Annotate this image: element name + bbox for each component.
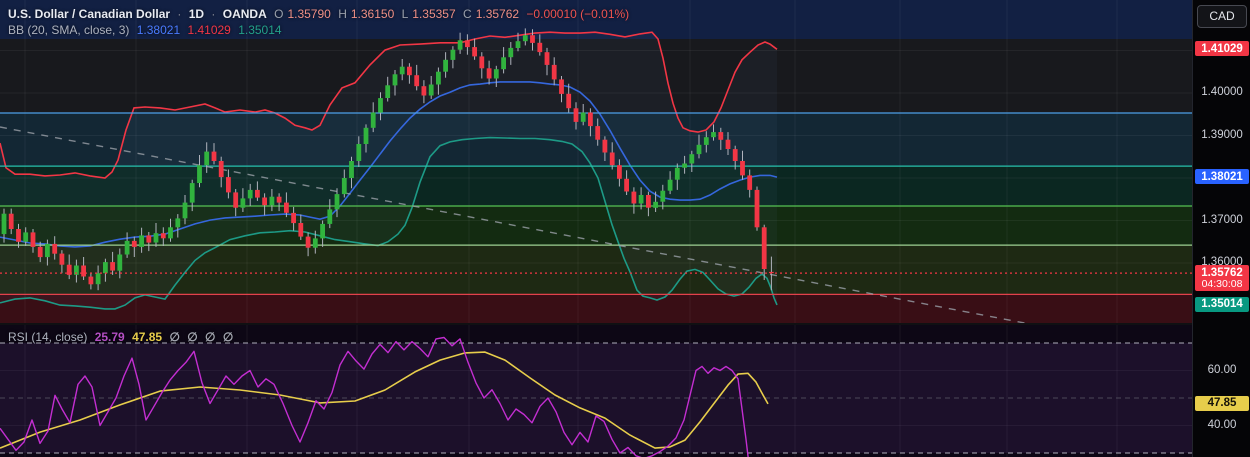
low-label: L [401,7,409,21]
exchange-label: OANDA [222,7,267,21]
close-label: C [463,7,472,21]
rsi-indicator-legend[interactable]: RSI (14, close) 25.79 47.85 ∅ ∅ ∅ ∅ [8,330,237,344]
rsi-null-value: ∅ [205,330,216,344]
price-axis-label: 1.37000 [1201,213,1243,226]
close-value: 1.35762 [475,7,520,21]
rsi-pane [0,336,1192,457]
price-axis-label: 1.39000 [1201,128,1243,141]
current-price-badge: 1.35762 04:30:08 [1195,265,1249,292]
open-label: O [274,7,284,21]
trading-chart-app: U.S. Dollar / Canadian Dollar · 1D · OAN… [0,0,1250,457]
high-value: 1.36150 [350,7,395,21]
main-chart[interactable] [0,0,1192,457]
timeframe-label[interactable]: 1D [189,7,204,21]
rsi-null-value: ∅ [169,330,180,344]
price-axis[interactable]: CAD 1.40000 1.39000 1.37000 1.36000 60.00 40.… [1192,0,1250,457]
rsi-ma-value: 47.85 [132,330,163,344]
bb-label: BB (20, SMA, close, 3) [8,23,130,37]
countdown-timer: 04:30:08 [1201,277,1243,290]
rsi-axis-label: 40.00 [1207,418,1237,431]
symbol-title: U.S. Dollar / Canadian Dollar [8,7,171,21]
rsi-null-value: ∅ [187,330,198,344]
low-value: 1.35357 [412,7,456,21]
price-badge: 1.41029 [1195,41,1249,57]
legend-separator: · [177,7,182,21]
rsi-label: RSI (14, close) [8,330,88,344]
symbol-legend[interactable]: U.S. Dollar / Canadian Dollar · 1D · OAN… [8,7,633,21]
bb-basis-value: 1.38021 [136,23,181,37]
rsi-axis-label: 60.00 [1207,363,1237,376]
rsi-ma-badge: 47.85 [1195,395,1249,411]
high-label: H [338,7,347,21]
legend-separator: · [211,7,216,21]
bb-upper-value: 1.41029 [187,23,231,37]
bb-lower-value: 1.35014 [238,23,282,37]
chart-canvas [0,0,1192,457]
pane-separator [0,323,1192,325]
price-badge: 1.35014 [1195,296,1249,312]
currency-button[interactable]: CAD [1197,5,1247,28]
rsi-value: 25.79 [94,330,125,344]
price-axis-label: 1.40000 [1201,86,1243,98]
bb-indicator-legend[interactable]: BB (20, SMA, close, 3) 1.38021 1.41029 1… [8,23,286,37]
rsi-null-value: ∅ [222,330,234,344]
open-value: 1.35790 [287,7,331,21]
price-badge: 1.38021 [1195,169,1249,185]
change-value: −0.00010 (−0.01%) [526,7,630,21]
